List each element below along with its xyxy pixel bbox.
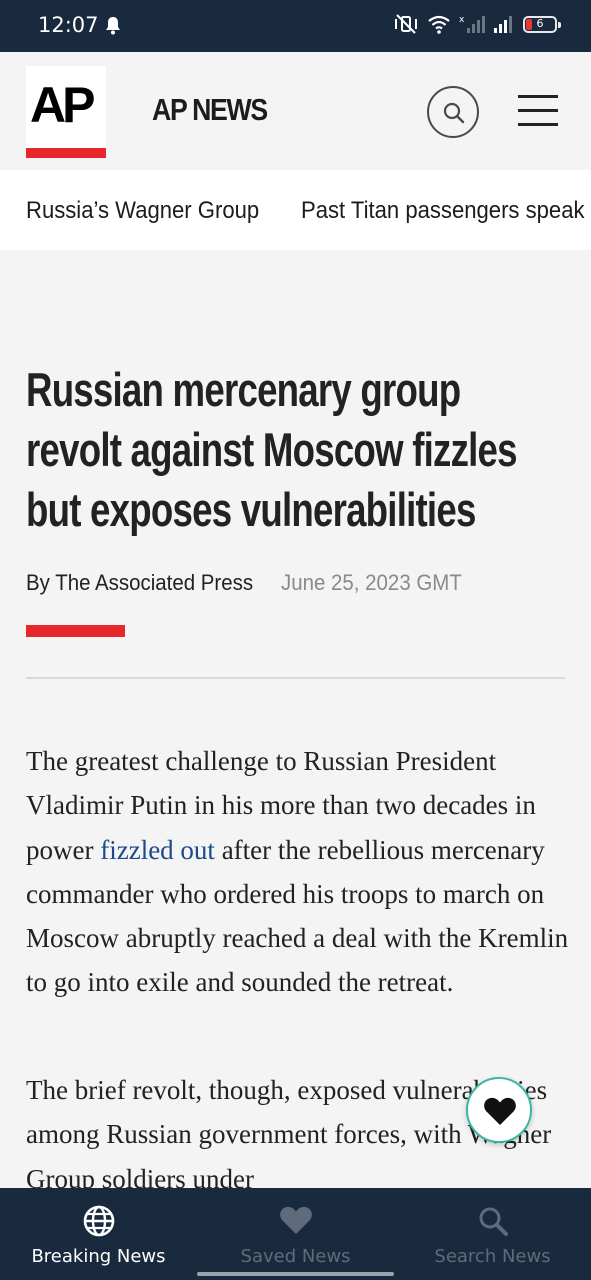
nav-breaking-news[interactable]: Breaking News — [0, 1188, 197, 1280]
trending-item-titan[interactable]: Past Titan passengers speak — [301, 197, 585, 225]
nav-search-news[interactable]: Search News — [394, 1188, 591, 1280]
globe-icon — [83, 1205, 115, 1237]
status-time: 12:07 — [38, 13, 99, 37]
battery-level: 6 — [536, 16, 544, 30]
svg-text:x: x — [459, 15, 465, 25]
status-icons: x 6 — [393, 14, 561, 34]
hamburger-menu-icon[interactable] — [518, 95, 558, 126]
ap-logo[interactable]: AP — [26, 66, 106, 158]
home-gesture-bar[interactable] — [197, 1272, 394, 1276]
logo-red-bar — [26, 148, 106, 158]
search-icon — [443, 102, 465, 124]
signal-sim1-icon: x — [459, 15, 485, 33]
article-byline[interactable]: By The Associated Press — [26, 570, 253, 596]
trending-item-wagner[interactable]: Russia’s Wagner Group — [26, 197, 259, 225]
brand-title: AP NEWS — [152, 92, 268, 127]
mute-vibrate-icon — [395, 14, 417, 34]
app-header: AP AP NEWS — [0, 52, 591, 170]
logo-text: AP — [30, 77, 95, 133]
fizzled-out-link[interactable]: fizzled out — [100, 835, 215, 865]
notification-bell-icon — [106, 17, 120, 35]
save-article-button[interactable] — [466, 1077, 532, 1143]
nav-label-breaking: Breaking News — [31, 1246, 166, 1267]
bottom-navigation: Breaking News Saved News Search News — [0, 1188, 591, 1280]
status-bar: 12:07 x 6 — [0, 0, 591, 52]
nav-saved-news[interactable]: Saved News — [197, 1188, 394, 1280]
headline-accent-rule — [26, 625, 125, 637]
heart-icon — [484, 1097, 516, 1125]
article-paragraph-1: The greatest challenge to Russian Presid… — [26, 739, 576, 1005]
article-divider — [26, 677, 565, 679]
search-button[interactable] — [427, 86, 479, 138]
article-headline: Russian mercenary group revolt against M… — [26, 363, 518, 536]
article-date: June 25, 2023 GMT — [281, 570, 462, 595]
heart-icon — [280, 1206, 312, 1234]
search-icon — [479, 1207, 508, 1236]
nav-label-search: Search News — [434, 1246, 551, 1267]
battery-icon: 6 — [523, 15, 561, 33]
signal-sim2-icon — [494, 16, 512, 33]
nav-label-saved: Saved News — [240, 1246, 351, 1267]
trending-topics-bar: Russia’s Wagner Group Past Titan passeng… — [0, 170, 591, 250]
wifi-icon — [428, 15, 450, 34]
